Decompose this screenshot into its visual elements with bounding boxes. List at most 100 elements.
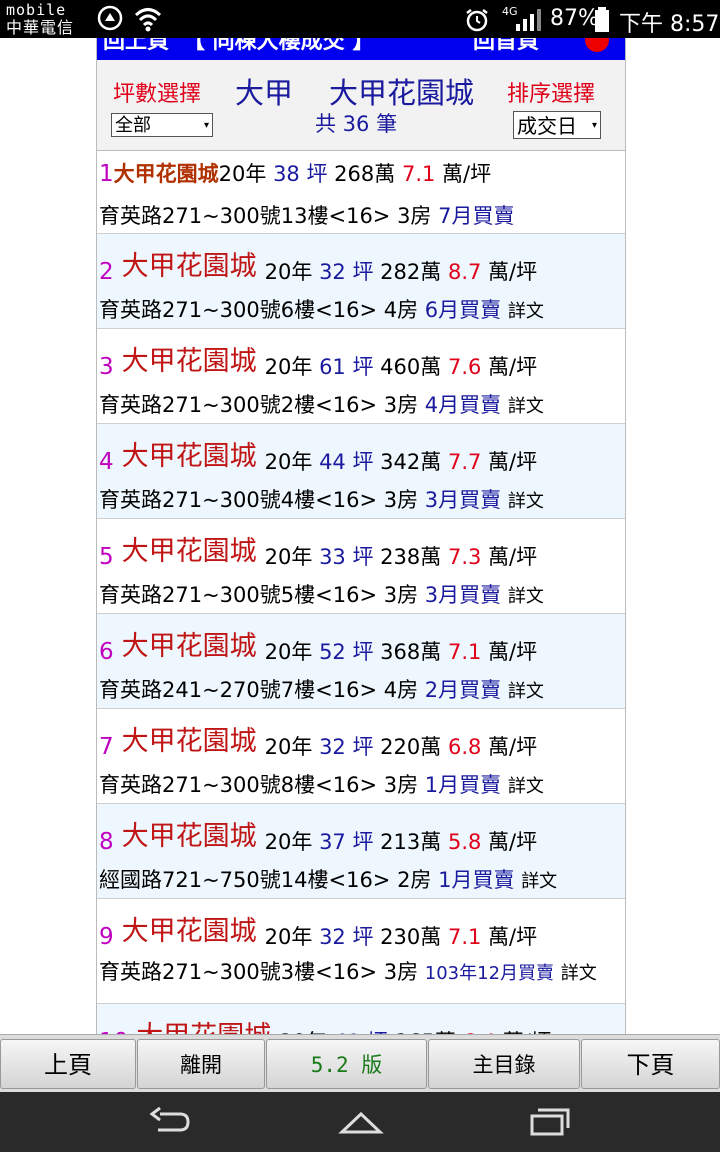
listing-number: 2 <box>99 259 114 285</box>
listing-detail-link[interactable]: 詳文 <box>508 396 544 417</box>
listing-address: 育英路271~300號6樓<16> 4房 <box>99 298 419 322</box>
listing-detail-link[interactable]: 詳文 <box>521 871 557 892</box>
top-nav-bar: 回上頁 【 同棟大樓成交 】 回首頁 <box>97 38 625 60</box>
listing-detail-link[interactable]: 詳文 <box>508 776 544 797</box>
listing-row[interactable]: 1大甲花園城20年 38 坪 268萬 7.1 萬/坪 育英路271~300號13… <box>97 150 625 234</box>
signal-icon <box>516 9 541 31</box>
listing-unit-price: 6.8 <box>447 735 482 759</box>
listing-unit-suffix: 萬/坪 <box>488 355 538 379</box>
listing-price: 230萬 <box>380 925 442 949</box>
listing-detail-link[interactable]: 詳文 <box>508 491 544 512</box>
notification-icon <box>97 5 123 31</box>
community-title: 大甲花園城 <box>329 76 475 110</box>
dropdown-arrow-icon: ▾ <box>591 120 597 131</box>
listing-number: 9 <box>99 924 114 950</box>
listing-address: 育英路271~300號4樓<16> 3房 <box>99 488 419 512</box>
listing-area-unit: 坪 <box>352 925 374 949</box>
top-prev-link[interactable]: 回上頁 <box>103 38 169 53</box>
listing-line-1: 7 大甲花園城 20年 32 坪 220萬 6.8 萬/坪 <box>99 723 537 762</box>
listing-unit-suffix: 萬/坪 <box>488 735 538 759</box>
listing-area-unit: 坪 <box>352 450 374 474</box>
prev-page-button[interactable]: 上頁 <box>0 1039 136 1089</box>
listing-area-unit: 坪 <box>352 545 374 569</box>
listing-month: 1月買賣 <box>424 773 502 797</box>
listing-row[interactable]: 6 大甲花園城 20年 52 坪 368萬 7.1 萬/坪 育英路241~270號7樓… <box>97 614 625 709</box>
listing-month: 2月買賣 <box>424 678 502 702</box>
listing-detail-link[interactable]: 詳文 <box>508 301 544 322</box>
listing-line-2: 育英路271~300號2樓<16> 3房 4月買賣 詳文 <box>99 389 544 419</box>
listing-age: 20年 <box>264 450 313 474</box>
listing-community: 大甲花園城 <box>136 1021 271 1034</box>
listing-price: 368萬 <box>380 640 442 664</box>
listing-area-unit: 坪 <box>352 260 374 284</box>
listing-community: 大甲花園城 <box>121 916 257 947</box>
battery-percent: 87% <box>550 6 599 31</box>
home-icon[interactable] <box>338 1106 384 1138</box>
listing-line-2: 育英路271~300號13樓<16> 3房 7月買賣 <box>99 200 515 230</box>
listing-row[interactable]: 9 大甲花園城 20年 32 坪 230萬 7.1 萬/坪 育英路271~300號3樓… <box>97 899 625 1004</box>
listing-area: 32 <box>319 735 346 759</box>
listing-number: 5 <box>99 544 114 570</box>
listing-age: 20年 <box>264 260 313 284</box>
top-close-icon[interactable] <box>585 38 609 52</box>
listing-detail-link[interactable]: 詳文 <box>561 963 597 984</box>
listing-row[interactable]: 4 大甲花園城 20年 44 坪 342萬 7.7 萬/坪 育英路271~300號4樓… <box>97 424 625 519</box>
listing-month: 3月買賣 <box>424 488 502 512</box>
listing-age: 20年 <box>264 735 313 759</box>
next-page-button[interactable]: 下頁 <box>581 1039 720 1089</box>
listing-line-1: 4 大甲花園城 20年 44 坪 342萬 7.7 萬/坪 <box>99 438 537 477</box>
listing-area: 44 <box>319 450 346 474</box>
top-home-link[interactable]: 回首頁 <box>473 38 539 53</box>
listing-age: 20年 <box>264 640 313 664</box>
listing-age: 20年 <box>264 830 313 854</box>
top-mid-link[interactable]: 【 同棟大樓成交 】 <box>183 38 374 53</box>
listing-area: 37 <box>319 830 346 854</box>
area-select[interactable]: 全部 ▾ <box>111 113 213 137</box>
listing-community: 大甲花園城 <box>113 162 219 186</box>
listing-line-1: 2 大甲花園城 20年 32 坪 282萬 8.7 萬/坪 <box>99 248 537 287</box>
listing-number: 8 <box>99 829 114 855</box>
listing-line-1: 8 大甲花園城 20年 37 坪 213萬 5.8 萬/坪 <box>99 818 537 857</box>
wifi-icon <box>134 8 162 32</box>
listing-row[interactable]: 10大甲花園城20年 41 坪 265萬 6.4 萬/坪 <box>97 1004 625 1034</box>
listing-row[interactable]: 3 大甲花園城 20年 61 坪 460萬 7.6 萬/坪育英路271~300號2樓… <box>97 329 625 424</box>
leave-button[interactable]: 離開 <box>137 1039 265 1089</box>
listing-area: 38 <box>273 162 300 186</box>
listing-line-1: 3 大甲花園城 20年 61 坪 460萬 7.6 萬/坪 <box>99 343 537 382</box>
web-page: 回上頁 【 同棟大樓成交 】 回首頁 坪數選擇 大甲 大甲花園城 排序選擇 全部… <box>96 38 626 1034</box>
version-button[interactable]: 5.2 版 <box>266 1039 427 1089</box>
listing-month: 6月買賣 <box>424 298 502 322</box>
dropdown-arrow-icon: ▾ <box>203 120 209 131</box>
listing-row[interactable]: 7 大甲花園城 20年 32 坪 220萬 6.8 萬/坪育英路271~300號8樓… <box>97 709 625 804</box>
listing-line-2: 育英路271~300號3樓<16> 3房 103年12月買賣 詳文 <box>99 959 619 987</box>
main-menu-button[interactable]: 主目錄 <box>428 1039 580 1089</box>
listing-detail-link[interactable]: 詳文 <box>508 586 544 607</box>
listing-row[interactable]: 5 大甲花園城 20年 33 坪 238萬 7.3 萬/坪 育英路271~300號5樓… <box>97 519 625 614</box>
listing-community: 大甲花園城 <box>121 441 257 472</box>
listing-detail-link[interactable]: 詳文 <box>508 681 544 702</box>
bottom-toolbar: 上頁 離開 5.2 版 主目錄 下頁 <box>0 1034 720 1093</box>
listing-area-unit: 坪 <box>352 640 374 664</box>
listing-number: 4 <box>99 449 114 475</box>
listing-number: 1 <box>99 161 114 187</box>
sort-select[interactable]: 成交日 ▾ <box>513 111 601 139</box>
listing-month: 103年12月買賣 <box>424 963 555 984</box>
listing-age: 20年 <box>264 925 313 949</box>
listing-area: 32 <box>319 925 346 949</box>
back-icon[interactable] <box>148 1106 192 1138</box>
clock: 下午 8:57 <box>619 12 720 37</box>
listing-row[interactable]: 8 大甲花園城 20年 37 坪 213萬 5.8 萬/坪經國路721~750號14… <box>97 804 625 899</box>
listing-line-2: 育英路271~300號8樓<16> 3房 1月買賣 詳文 <box>99 769 544 799</box>
listing-line-2: 經國路721~750號14樓<16> 2房 1月買賣 詳文 <box>99 864 557 894</box>
carrier-bottom: 中華電信 <box>6 18 75 37</box>
recent-apps-icon[interactable] <box>528 1106 572 1138</box>
listing-unit-suffix: 萬/坪 <box>442 162 492 186</box>
listing-row[interactable]: 2 大甲花園城 20年 32 坪 282萬 8.7 萬/坪育英路271~300號6樓… <box>97 234 625 329</box>
search-header: 坪數選擇 大甲 大甲花園城 排序選擇 全部 ▾ 共 36 筆 成交日 ▾ <box>97 60 625 151</box>
area-select-value: 全部 <box>115 115 151 136</box>
listing-price: 460萬 <box>380 355 442 379</box>
listing-line-1: 5 大甲花園城 20年 33 坪 238萬 7.3 萬/坪 <box>99 533 537 572</box>
listing-area-unit: 坪 <box>352 735 374 759</box>
listing-month: 7月買賣 <box>438 204 515 228</box>
listing-number: 7 <box>99 734 114 760</box>
